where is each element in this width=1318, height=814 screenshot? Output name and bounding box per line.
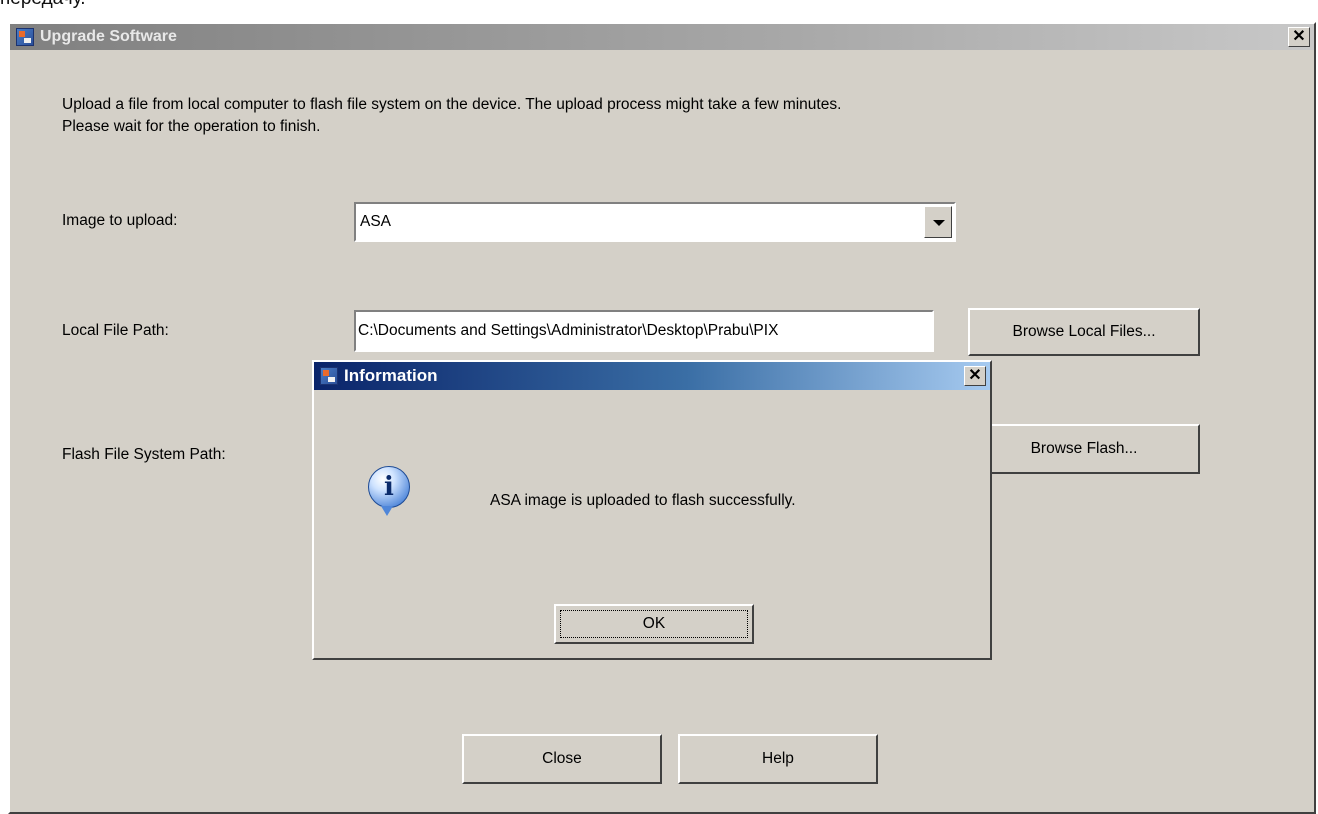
intro-text: Upload a file from local computer to fla… [62,94,841,138]
local-file-path-label: Local File Path: [62,322,169,339]
help-button[interactable]: Help [678,734,878,784]
dialog-titlebar: Information ✕ [314,362,990,390]
local-file-path-input[interactable]: C:\Documents and Settings\Administrator\… [354,310,934,352]
top-caption: передачу. [0,0,86,10]
window-titlebar: Upgrade Software ✕ [10,24,1314,50]
information-dialog: Information ✕ i ASA image is uploaded to… [312,360,992,660]
browse-local-files-button[interactable]: Browse Local Files... [968,308,1200,356]
dialog-title: Information [344,366,438,385]
upgrade-software-window: Upgrade Software ✕ Upload a file from lo… [8,22,1316,814]
focus-ring [560,610,748,638]
image-select[interactable]: ASA [354,202,956,242]
app-icon [320,367,338,385]
window-title: Upgrade Software [40,28,177,45]
image-select-value: ASA [360,213,392,230]
app-icon [16,28,34,46]
close-button[interactable]: Close [462,734,662,784]
close-icon[interactable]: ✕ [1288,27,1310,47]
intro-line-1: Upload a file from local computer to fla… [62,96,842,113]
intro-line-2: Please wait for the operation to finish. [62,118,321,135]
image-to-upload-label: Image to upload: [62,212,178,229]
info-icon: i [368,466,410,516]
chevron-down-icon[interactable] [924,206,952,238]
flash-file-system-path-label: Flash File System Path: [62,446,226,463]
close-icon[interactable]: ✕ [964,366,986,386]
ok-button[interactable]: OK [554,604,754,644]
dialog-message: ASA image is uploaded to flash successfu… [490,492,796,509]
browse-flash-button[interactable]: Browse Flash... [968,424,1200,474]
